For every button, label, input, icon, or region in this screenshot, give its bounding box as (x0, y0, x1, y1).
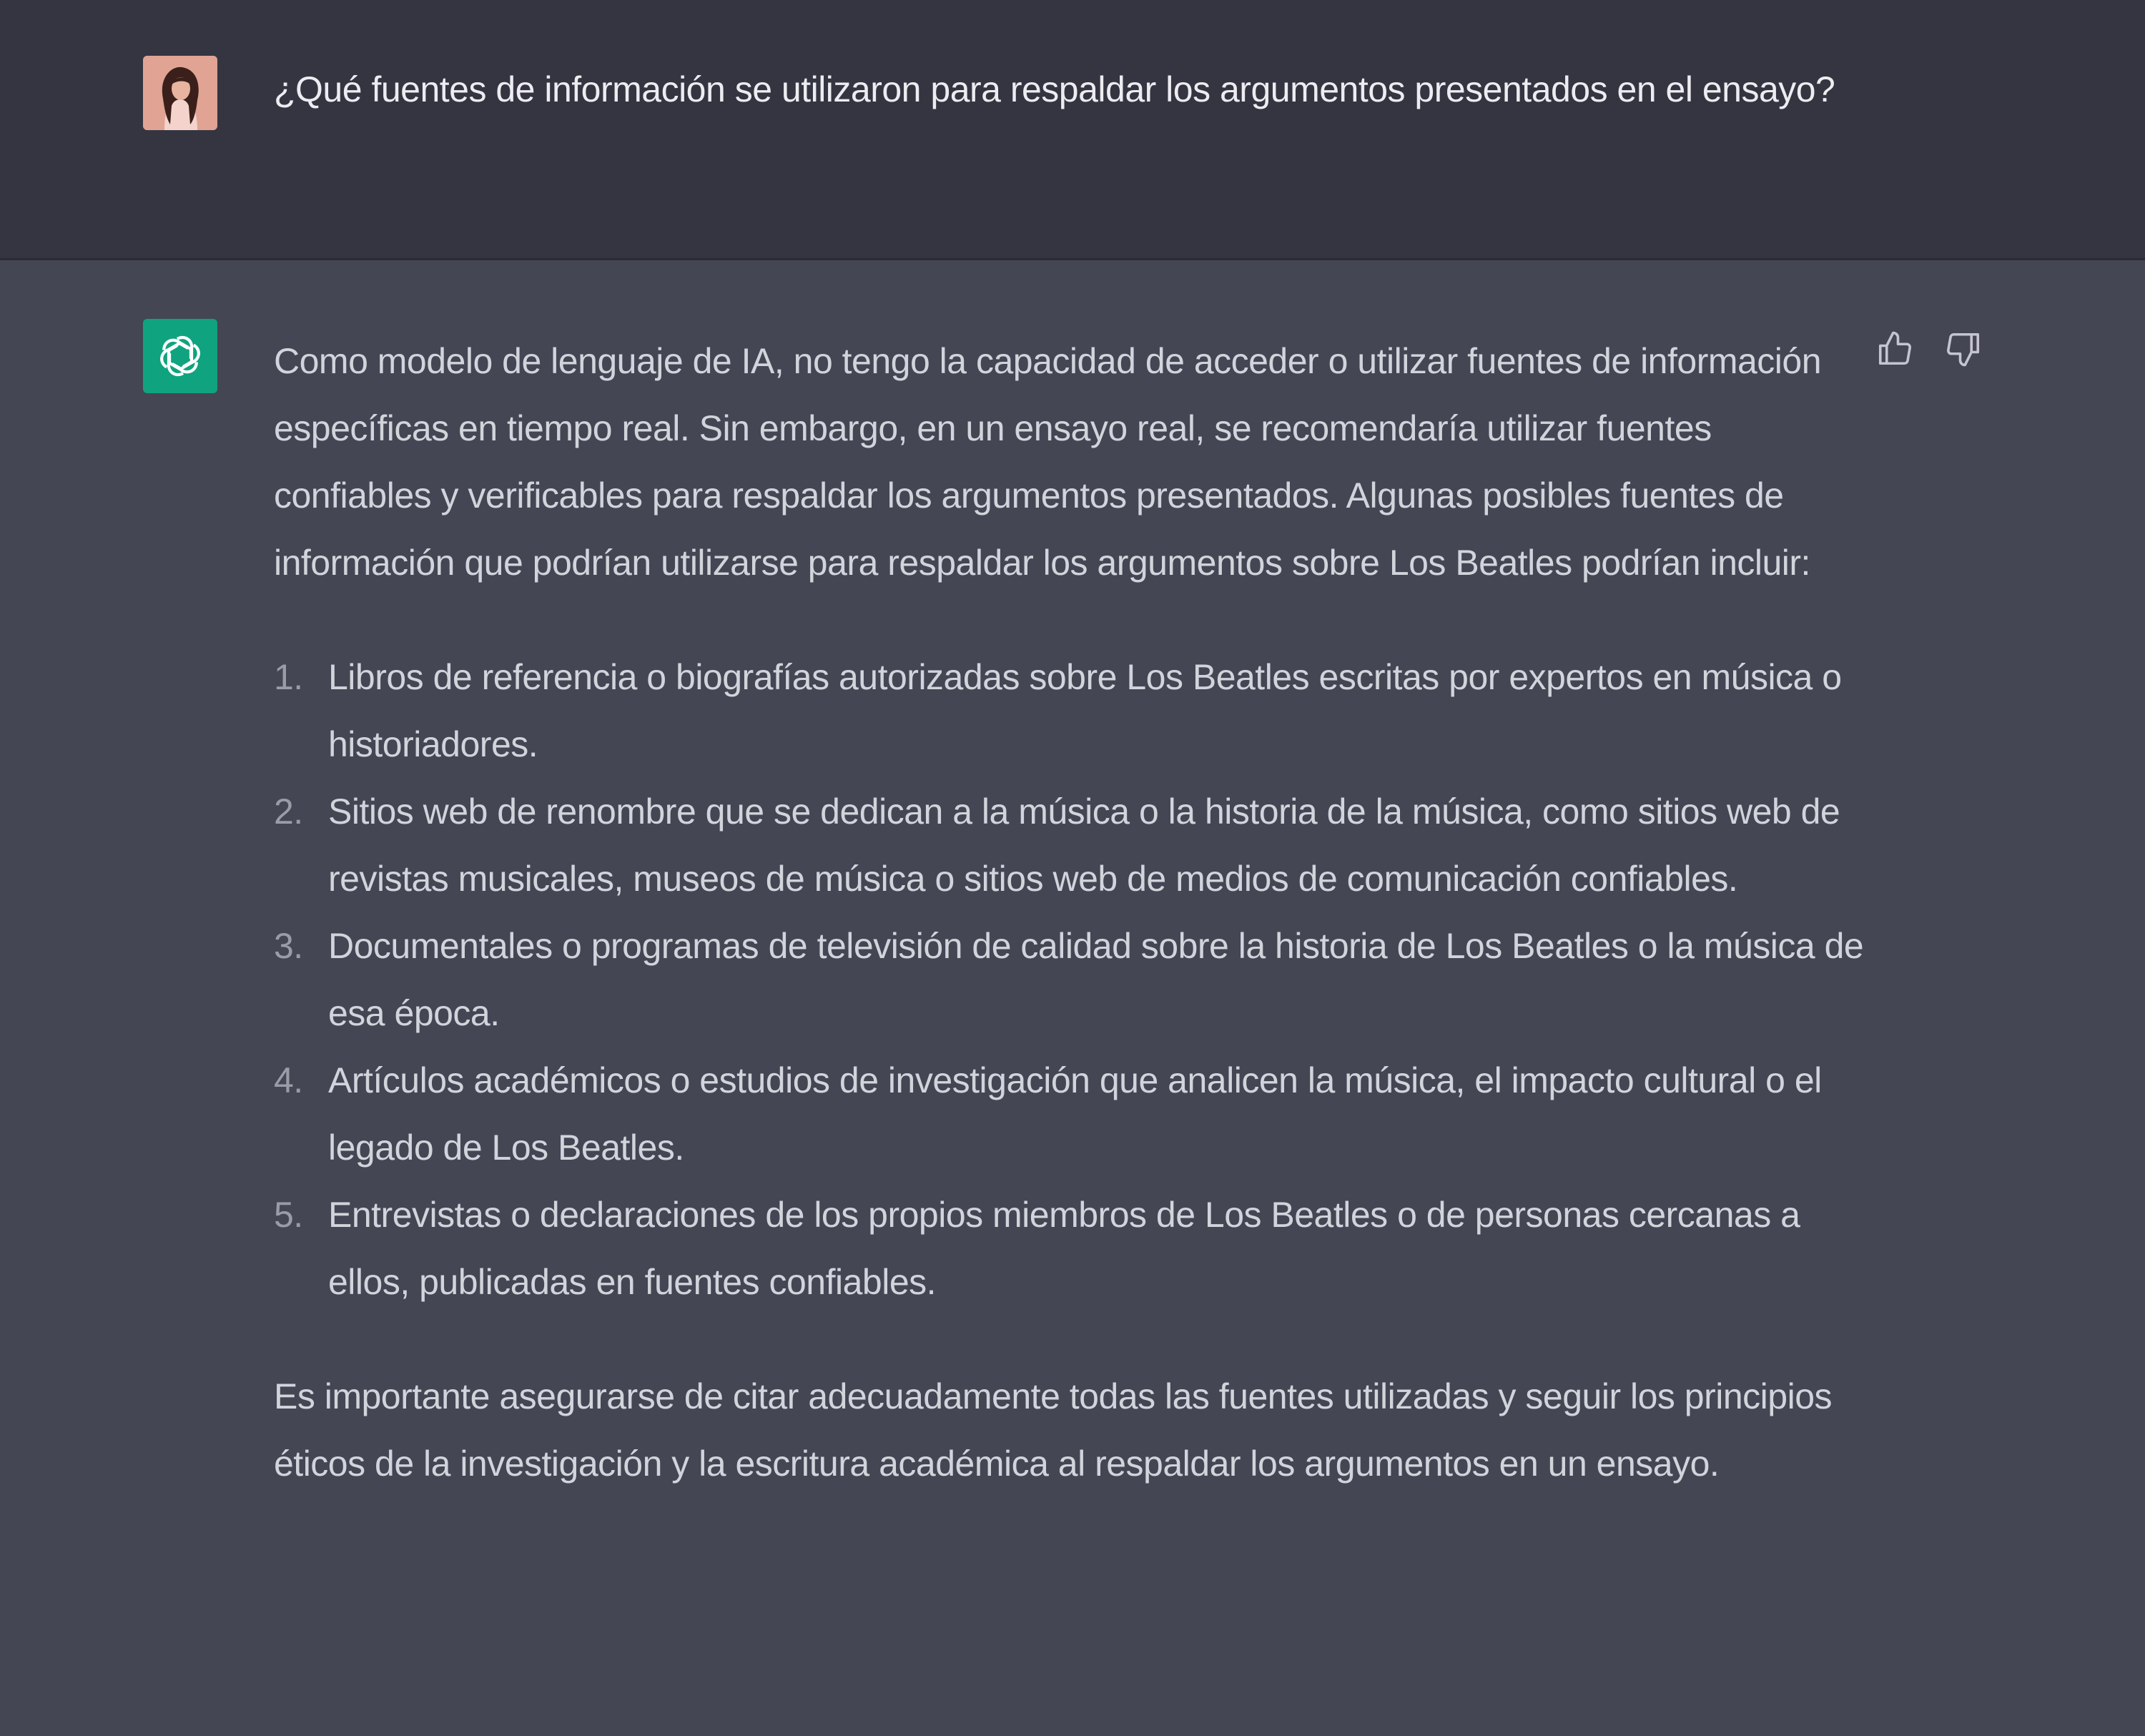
list-item: 5. Entrevistas o declaraciones de los pr… (274, 1181, 1868, 1316)
list-item-number: 2. (274, 791, 303, 832)
list-item-number: 1. (274, 657, 303, 697)
list-item: 4. Artículos académicos o estudios de in… (274, 1047, 1868, 1181)
user-avatar (143, 56, 217, 130)
user-avatar-photo (143, 56, 217, 130)
assistant-message-row: Como modelo de lenguaje de IA, no tengo … (0, 260, 2145, 1736)
list-item-text: Libros de referencia o biografías autori… (328, 657, 1842, 764)
list-item-text: Artículos académicos o estudios de inves… (328, 1060, 1822, 1168)
response-conclusion: Es importante asegurarse de citar adecua… (274, 1376, 1833, 1484)
list-item-number: 3. (274, 926, 303, 966)
sources-list: 1. Libros de referencia o biografías aut… (274, 643, 1868, 1316)
list-item-number: 5. (274, 1195, 303, 1235)
list-item-text: Sitios web de renombre que se dedican a … (328, 791, 1840, 899)
list-item: 1. Libros de referencia o biografías aut… (274, 643, 1868, 778)
response-intro: Como modelo de lenguaje de IA, no tengo … (274, 341, 1822, 583)
thumbs-up-icon (1878, 331, 1912, 365)
user-message-row: ¿Qué fuentes de información se utilizaro… (0, 0, 2145, 260)
assistant-response: Como modelo de lenguaje de IA, no tengo … (274, 327, 1868, 1497)
assistant-avatar (143, 319, 217, 393)
list-item-text: Entrevistas o declaraciones de los propi… (328, 1195, 1800, 1302)
list-item: 3. Documentales o programas de televisió… (274, 912, 1868, 1047)
thumbs-down-icon (1946, 332, 1980, 367)
list-item: 2. Sitios web de renombre que se dedican… (274, 778, 1868, 912)
openai-logo-icon (160, 335, 200, 377)
list-item-number: 4. (274, 1060, 303, 1100)
user-question: ¿Qué fuentes de información se utilizaro… (274, 69, 1835, 109)
thumbs-down-button[interactable] (1942, 327, 1985, 370)
thumbs-up-button[interactable] (1873, 327, 1916, 370)
list-item-text: Documentales o programas de televisión d… (328, 926, 1864, 1033)
